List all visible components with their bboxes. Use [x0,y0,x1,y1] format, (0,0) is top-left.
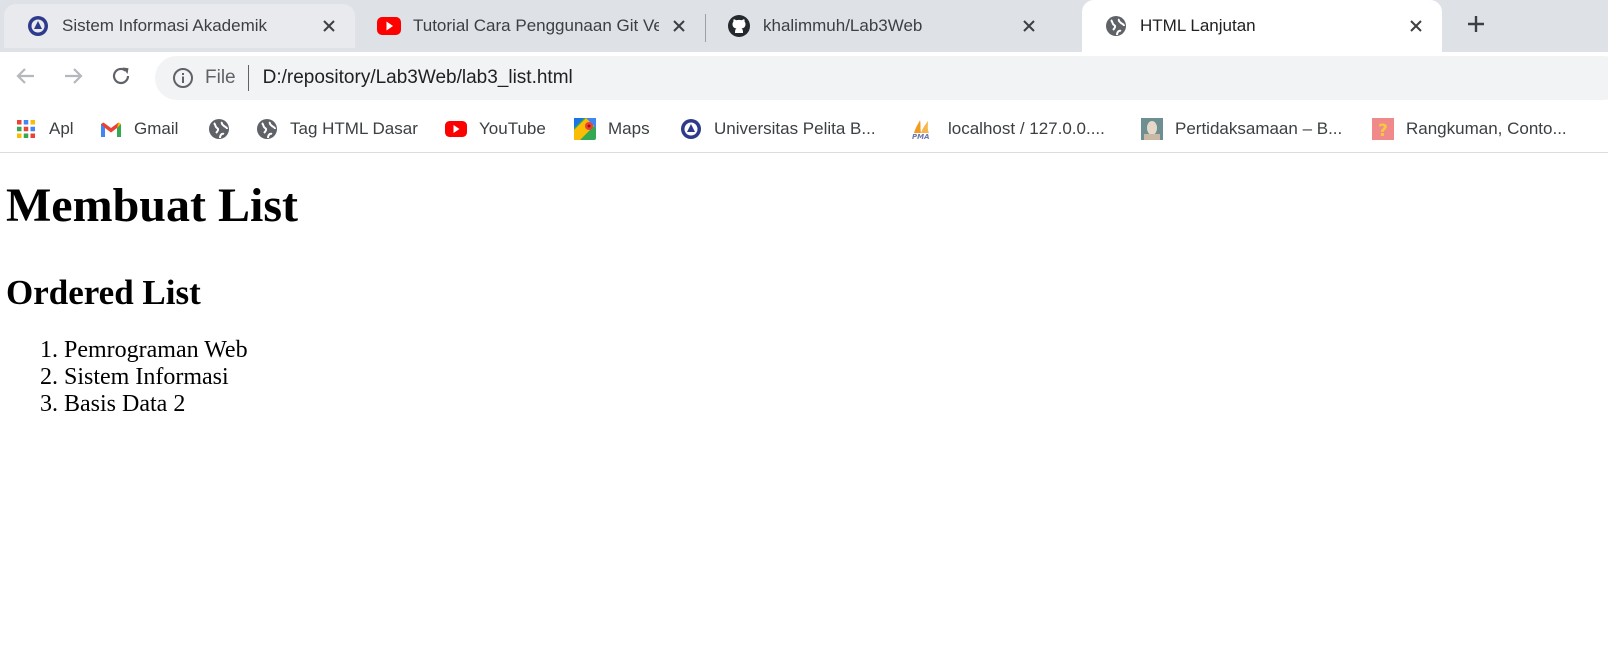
phpmyadmin-icon: PMA [910,118,936,140]
youtube-icon [445,118,467,140]
bookmark-label: localhost / 127.0.0.... [948,119,1105,138]
close-icon[interactable] [1017,14,1041,38]
omnibox-divider [247,65,249,91]
svg-text:PMA: PMA [912,133,930,140]
bookmark-maps[interactable]: Maps [574,114,650,144]
list-item: Sistem Informasi [64,364,248,391]
bookmark-label: Tag HTML Dasar [290,119,418,138]
bookmark-label: Universitas Pelita B... [714,119,876,138]
bookmark-tag-html-dasar[interactable]: Tag HTML Dasar [256,114,418,144]
bookmark-rangkuman[interactable]: ? Rangkuman, Conto... [1372,114,1567,144]
section-heading: Ordered List [6,273,201,312]
ordered-list: Pemrograman Web Sistem Informasi Basis D… [64,337,248,418]
university-crest-icon [680,118,702,140]
list-item: Basis Data 2 [64,391,248,418]
url-scheme-label: File [205,67,236,88]
bookmark-pertidaksamaan[interactable]: Pertidaksamaan – B... [1141,114,1342,144]
youtube-icon [377,14,401,38]
bookmark-universitas-pelita[interactable]: Universitas Pelita B... [680,114,876,144]
url-text[interactable]: D:/repository/Lab3Web/lab3_list.html [263,67,573,89]
list-item: Pemrograman Web [64,337,248,364]
bookmark-localhost[interactable]: PMA localhost / 127.0.0.... [910,114,1105,144]
reload-button[interactable] [105,62,137,94]
forward-button[interactable] [57,62,89,94]
bookmark-youtube[interactable]: YouTube [445,114,546,144]
svg-text:?: ? [1378,121,1388,140]
back-button[interactable] [10,62,42,94]
university-crest-icon [26,14,50,38]
gmail-icon [100,118,122,140]
bookmark-label: Rangkuman, Conto... [1406,119,1567,138]
info-icon[interactable] [171,66,195,90]
tab-title: Tutorial Cara Penggunaan Git Ver [413,16,659,35]
page-heading: Membuat List [6,179,298,232]
globe-icon [208,118,230,140]
bookmark-label: YouTube [479,119,546,138]
thumbnail-icon [1141,118,1163,140]
plus-icon [1466,14,1486,39]
question-thumbnail-icon: ? [1372,118,1394,140]
tab-tutorial-git[interactable]: Tutorial Cara Penggunaan Git Ver [355,4,705,48]
page-content: Membuat List Ordered List Pemrograman We… [0,153,1608,666]
tab-html-lanjutan[interactable]: HTML Lanjutan [1082,0,1442,52]
github-icon [727,14,751,38]
bookmark-label: Maps [608,119,650,138]
tab-sistem-informasi[interactable]: Sistem Informasi Akademik [4,4,355,48]
close-icon[interactable] [317,14,341,38]
arrow-right-icon [62,65,84,92]
close-icon[interactable] [667,14,691,38]
maps-icon [574,118,596,140]
bookmark-gmail[interactable]: Gmail [100,114,178,144]
tab-strip: Sistem Informasi Akademik Tutorial Cara … [0,0,1608,52]
new-tab-button[interactable] [1460,10,1492,42]
tab-github-lab3web[interactable]: khalimmuh/Lab3Web [705,4,1055,48]
bookmark-apps[interactable]: Apl [15,114,74,144]
tab-title: HTML Lanjutan [1140,16,1256,35]
apps-grid-icon [15,118,37,140]
close-icon[interactable] [1404,14,1428,38]
address-bar[interactable]: File D:/repository/Lab3Web/lab3_list.htm… [155,56,1608,100]
arrow-left-icon [15,65,37,92]
bookmark-label: Gmail [134,119,179,138]
globe-icon [256,118,278,140]
bookmark-label: Apl [49,119,74,138]
bookmark-globe[interactable] [208,114,230,144]
reload-icon [110,65,132,92]
tab-title: khalimmuh/Lab3Web [763,16,923,35]
bookmark-label: Pertidaksamaan – B... [1175,119,1343,138]
bookmarks-bar: Apl Gmail Tag HTML Dasar YouTube Maps Un… [0,104,1608,153]
globe-icon [1104,14,1128,38]
browser-toolbar: File D:/repository/Lab3Web/lab3_list.htm… [0,52,1608,104]
tab-title: Sistem Informasi Akademik [62,16,268,35]
